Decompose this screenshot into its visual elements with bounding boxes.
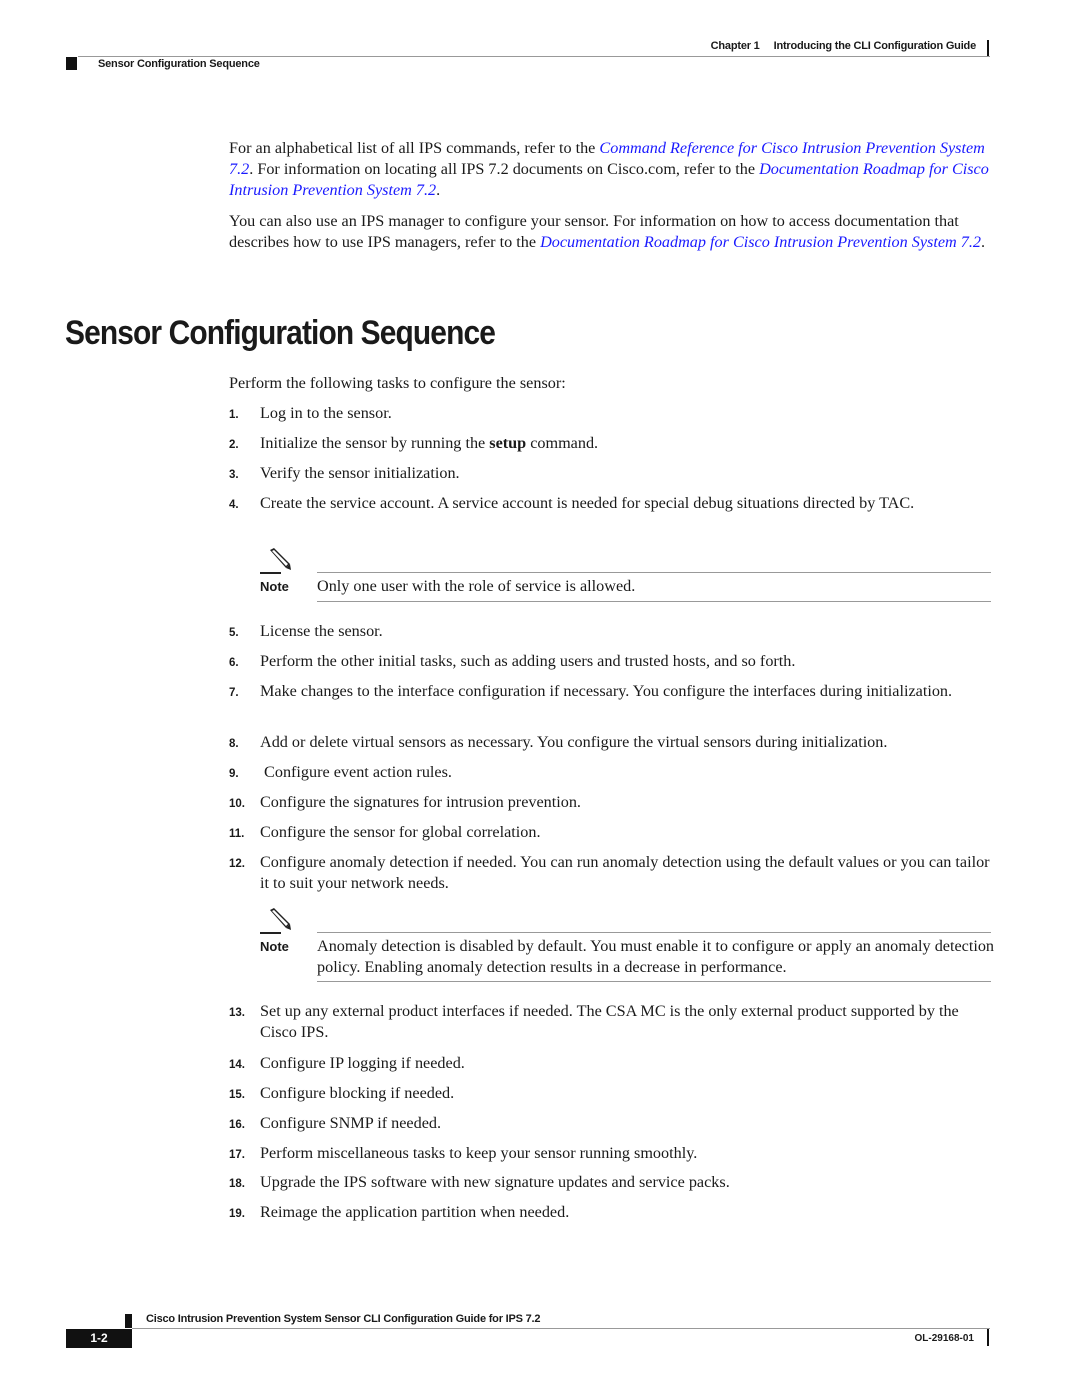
header-bar-decoration bbox=[987, 40, 989, 57]
step-text: License the sensor. bbox=[260, 622, 383, 640]
step-number: 2. bbox=[229, 439, 239, 451]
intro-paragraph-1: For an alphabetical list of all IPS comm… bbox=[229, 138, 999, 201]
note-icon-underline bbox=[260, 572, 281, 574]
step-number: 14. bbox=[229, 1059, 245, 1071]
header-rule bbox=[78, 56, 990, 57]
step-number: 9. bbox=[229, 768, 239, 780]
step-text: Reimage the application partition when n… bbox=[260, 1203, 570, 1221]
section-heading: Sensor Configuration Sequence bbox=[65, 314, 496, 352]
header-square-decoration bbox=[66, 57, 77, 70]
step-number: 18. bbox=[229, 1178, 245, 1190]
step-number: 13. bbox=[229, 1007, 245, 1019]
note-rule-top bbox=[317, 572, 991, 573]
footer-square-decoration bbox=[125, 1314, 132, 1328]
text: . bbox=[436, 181, 441, 199]
step-text: Log in to the sensor. bbox=[260, 404, 392, 422]
step-text: Perform the other initial tasks, such as… bbox=[260, 652, 796, 670]
step-number: 8. bbox=[229, 738, 239, 750]
note-box: Note Anomaly detection is disabled by de… bbox=[260, 908, 994, 984]
step-number: 7. bbox=[229, 687, 239, 699]
step-text: Configure the signatures for intrusion p… bbox=[260, 793, 581, 811]
note-box: Note Only one user with the role of serv… bbox=[260, 548, 991, 604]
intro-paragraph-2: You can also use an IPS manager to confi… bbox=[229, 211, 999, 253]
note-rule-bottom bbox=[317, 981, 991, 982]
step-text: Perform miscellaneous tasks to keep your… bbox=[260, 1144, 698, 1162]
command-name: setup bbox=[489, 434, 527, 452]
text: command. bbox=[526, 434, 599, 452]
step-text: Verify the sensor initialization. bbox=[260, 464, 460, 482]
step-number: 6. bbox=[229, 657, 239, 669]
running-header-chapter: Chapter 1 Introducing the CLI Configurati… bbox=[710, 40, 977, 52]
step-text: Configure event action rules. bbox=[260, 763, 452, 781]
chapter-title: Introducing the CLI Configuration Guide bbox=[773, 40, 977, 52]
step-number: 15. bbox=[229, 1089, 245, 1101]
page-number: 1-2 bbox=[66, 1329, 132, 1348]
step-number: 1. bbox=[229, 409, 239, 421]
step-number: 5. bbox=[229, 627, 239, 639]
document-id: OL-29168-01 bbox=[914, 1333, 974, 1344]
step-text: Configure the sensor for global correlat… bbox=[260, 823, 541, 841]
note-icon-underline bbox=[260, 932, 281, 934]
note-rule-bottom bbox=[317, 601, 991, 602]
step-text: Configure SNMP if needed. bbox=[260, 1114, 442, 1132]
step-text: Set up any external product interfaces i… bbox=[260, 1002, 959, 1041]
footer-rule bbox=[132, 1328, 990, 1329]
section-lead: Perform the following tasks to configure… bbox=[229, 374, 566, 392]
step-text: Configure anomaly detection if needed. Y… bbox=[260, 853, 990, 892]
pencil-note-icon bbox=[270, 908, 291, 930]
note-text: Only one user with the role of service i… bbox=[317, 577, 636, 595]
step-text: Make changes to the interface configurat… bbox=[260, 682, 953, 700]
step-number: 17. bbox=[229, 1149, 245, 1161]
step-number: 11. bbox=[229, 828, 245, 840]
running-header-section: Sensor Configuration Sequence bbox=[98, 58, 260, 70]
note-label: Note bbox=[260, 579, 289, 594]
step-number: 3. bbox=[229, 469, 239, 481]
step-text: Create the service account. A service ac… bbox=[260, 494, 915, 512]
step-text: Add or delete virtual sensors as necessa… bbox=[260, 733, 888, 751]
footer-book-title: Cisco Intrusion Prevention System Sensor… bbox=[146, 1313, 541, 1325]
link-documentation-roadmap-2[interactable]: Documentation Roadmap for Cisco Intrusio… bbox=[540, 233, 981, 251]
text: Initialize the sensor by running the bbox=[260, 434, 490, 452]
step-text: Configure blocking if needed. bbox=[260, 1084, 455, 1102]
footer-bar-decoration bbox=[987, 1329, 989, 1346]
text: For an alphabetical list of all IPS comm… bbox=[229, 139, 600, 157]
step-text: Upgrade the IPS software with new signat… bbox=[260, 1173, 730, 1191]
chapter-number: Chapter 1 bbox=[710, 40, 760, 52]
step-number: 19. bbox=[229, 1208, 245, 1220]
step-number: 12. bbox=[229, 858, 245, 870]
text: . For information on locating all IPS 7.… bbox=[249, 160, 760, 178]
step-text: Configure IP logging if needed. bbox=[260, 1054, 465, 1072]
note-text: Anomaly detection is disabled by default… bbox=[317, 937, 995, 976]
note-label: Note bbox=[260, 939, 289, 954]
step-number: 10. bbox=[229, 798, 245, 810]
note-rule-top bbox=[317, 932, 991, 933]
text: . bbox=[980, 233, 986, 251]
pencil-note-icon bbox=[270, 548, 291, 570]
step-number: 4. bbox=[229, 499, 239, 511]
step-text: Initialize the sensor by running the set… bbox=[260, 433, 990, 454]
step-number: 16. bbox=[229, 1119, 245, 1131]
